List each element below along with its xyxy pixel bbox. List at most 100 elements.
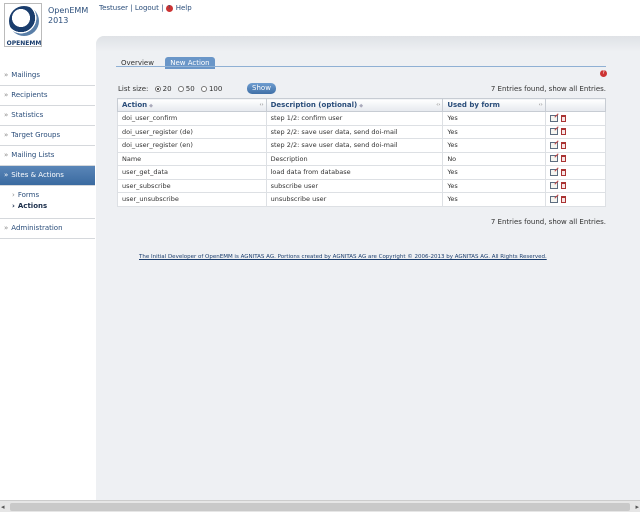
cell-description: step 2/2: save user data, send doi-mail bbox=[265, 138, 444, 153]
delete-icon[interactable] bbox=[560, 155, 566, 163]
app-name-line2: 2013 bbox=[48, 16, 69, 25]
edit-icon[interactable] bbox=[549, 114, 558, 122]
cell-description: load data from database bbox=[265, 165, 444, 180]
tab-new-action[interactable]: New Action bbox=[165, 57, 215, 69]
entries-found-top[interactable]: 7 Entries found, show all Entries. bbox=[491, 85, 606, 93]
sidebar-item-sites-actions[interactable]: » Sites & Actions bbox=[0, 166, 95, 186]
resize-handle-icon[interactable]: ‹› bbox=[259, 102, 263, 108]
sidebar-item-label: Statistics bbox=[11, 111, 44, 119]
cell-row-actions bbox=[544, 138, 607, 153]
horizontal-scrollbar[interactable]: ◂ ▸ bbox=[0, 500, 640, 512]
table-row: user_subscribe subscribe user Yes bbox=[117, 178, 607, 193]
sidebar-item-recipients[interactable]: » Recipients bbox=[0, 86, 95, 106]
list-size-label: List size: bbox=[118, 85, 149, 93]
list-size-radio-100[interactable] bbox=[200, 86, 207, 92]
entries-found-bottom[interactable]: 7 Entries found, show all Entries. bbox=[491, 218, 606, 226]
edit-icon[interactable] bbox=[549, 155, 558, 163]
subnav-item-actions[interactable]: › Actions bbox=[12, 201, 95, 212]
subnav-item-forms[interactable]: › Forms bbox=[12, 190, 95, 201]
table-row: Name Description No bbox=[117, 151, 607, 166]
cell-description: unsubscribe user bbox=[265, 192, 444, 207]
edit-icon[interactable] bbox=[549, 182, 558, 190]
sidebar-item-mailing-lists[interactable]: » Mailing Lists bbox=[0, 146, 95, 166]
scroll-left-icon[interactable]: ◂ bbox=[1, 503, 5, 511]
footer-copyright[interactable]: The Initial Developer of OpenEMM is AGNI… bbox=[139, 254, 547, 260]
cell-description: step 2/2: save user data, send doi-mail bbox=[265, 124, 444, 139]
page-help-icon[interactable]: ? bbox=[600, 70, 607, 77]
logout-link[interactable]: Logout bbox=[135, 4, 159, 12]
cell-action[interactable]: doi_user_register (de) bbox=[117, 124, 267, 139]
chevron-right-icon: » bbox=[4, 91, 9, 99]
delete-icon[interactable] bbox=[560, 114, 566, 122]
col-header-actions bbox=[544, 98, 607, 112]
sidebar-subnav: › Forms › Actions bbox=[0, 186, 95, 219]
logo-text: OPENEMM bbox=[6, 40, 42, 47]
cell-action[interactable]: doi_user_confirm bbox=[117, 111, 267, 126]
cell-action[interactable]: doi_user_register (en) bbox=[117, 138, 267, 153]
help-icon[interactable]: ? bbox=[165, 4, 173, 12]
cell-action[interactable]: user_unsubscribe bbox=[117, 192, 267, 207]
cell-used: No bbox=[442, 151, 546, 166]
table-row: doi_user_confirm step 1/2: confirm user … bbox=[117, 111, 607, 126]
resize-handle-icon[interactable]: ‹› bbox=[539, 102, 543, 108]
openemm-logo[interactable]: OPENEMM bbox=[4, 3, 42, 47]
col-header-description[interactable]: Description (optional) ◆ ‹› bbox=[265, 98, 444, 112]
table-row: user_get_data load data from database Ye… bbox=[117, 165, 607, 180]
sidebar-item-label: Sites & Actions bbox=[11, 171, 64, 179]
sidebar-item-administration[interactable]: » Administration bbox=[0, 219, 95, 239]
col-header-action[interactable]: Action ◆ ‹› bbox=[117, 98, 267, 112]
cell-row-actions bbox=[544, 151, 607, 166]
edit-icon[interactable] bbox=[549, 128, 558, 136]
radio-label: 20 bbox=[162, 85, 172, 93]
list-size-radio-20[interactable] bbox=[154, 86, 161, 92]
help-link[interactable]: Help bbox=[176, 4, 192, 12]
resize-handle-icon[interactable]: ‹› bbox=[436, 102, 440, 108]
separator: | bbox=[130, 4, 133, 12]
edit-icon[interactable] bbox=[549, 168, 558, 176]
header-label: Description (optional) bbox=[270, 101, 358, 109]
delete-icon[interactable] bbox=[560, 128, 566, 136]
delete-icon[interactable] bbox=[560, 195, 566, 203]
cell-used: Yes bbox=[442, 124, 546, 139]
top-links: Testuser | Logout | ? Help bbox=[99, 4, 192, 12]
edit-icon[interactable] bbox=[549, 195, 558, 203]
delete-icon[interactable] bbox=[560, 182, 566, 190]
chevron-right-icon: » bbox=[4, 71, 9, 79]
sort-icon: ◆ bbox=[359, 103, 364, 109]
table-row: user_unsubscribe unsubscribe user Yes bbox=[117, 192, 607, 207]
subnav-item-label: Forms bbox=[17, 191, 40, 199]
sidebar-item-target-groups[interactable]: » Target Groups bbox=[0, 126, 95, 146]
tab-overview[interactable]: Overview bbox=[116, 57, 159, 69]
header: OPENEMM OpenEMM 2013 Testuser | Logout |… bbox=[0, 0, 640, 47]
cell-row-actions bbox=[544, 192, 607, 207]
sidebar-item-label: Mailings bbox=[11, 71, 40, 79]
header-label: Action bbox=[122, 101, 148, 109]
show-button[interactable]: Show bbox=[247, 83, 276, 94]
separator: | bbox=[161, 4, 164, 12]
cell-action[interactable]: Name bbox=[117, 151, 267, 166]
tab-divider bbox=[116, 66, 606, 67]
sidebar: » Mailings » Recipients » Statistics » Targe… bbox=[0, 66, 95, 239]
cell-row-actions bbox=[544, 178, 607, 193]
list-size-radio-50[interactable] bbox=[177, 86, 184, 92]
scrollbar-thumb[interactable] bbox=[10, 503, 630, 511]
delete-icon[interactable] bbox=[560, 168, 566, 176]
chevron-right-icon: » bbox=[4, 131, 9, 139]
sidebar-item-label: Recipients bbox=[11, 91, 48, 99]
sidebar-item-statistics[interactable]: » Statistics bbox=[0, 106, 95, 126]
list-size-control: List size: 20 50 100 bbox=[118, 85, 222, 93]
edit-icon[interactable] bbox=[549, 141, 558, 149]
col-header-used-by-form[interactable]: Used by form ‹› bbox=[442, 98, 546, 112]
sidebar-item-mailings[interactable]: » Mailings bbox=[0, 66, 95, 86]
radio-label: 50 bbox=[185, 85, 195, 93]
cell-action[interactable]: user_get_data bbox=[117, 165, 267, 180]
chevron-right-icon: › bbox=[12, 191, 15, 199]
chevron-right-icon: › bbox=[12, 202, 15, 210]
user-link[interactable]: Testuser bbox=[99, 4, 128, 12]
scroll-right-icon[interactable]: ▸ bbox=[635, 503, 639, 511]
sidebar-item-label: Mailing Lists bbox=[11, 151, 55, 159]
cell-used: Yes bbox=[442, 178, 546, 193]
cell-action[interactable]: user_subscribe bbox=[117, 178, 267, 193]
delete-icon[interactable] bbox=[560, 141, 566, 149]
actions-table: Action ◆ ‹› Description (optional) ◆ ‹› Used… bbox=[117, 98, 607, 207]
